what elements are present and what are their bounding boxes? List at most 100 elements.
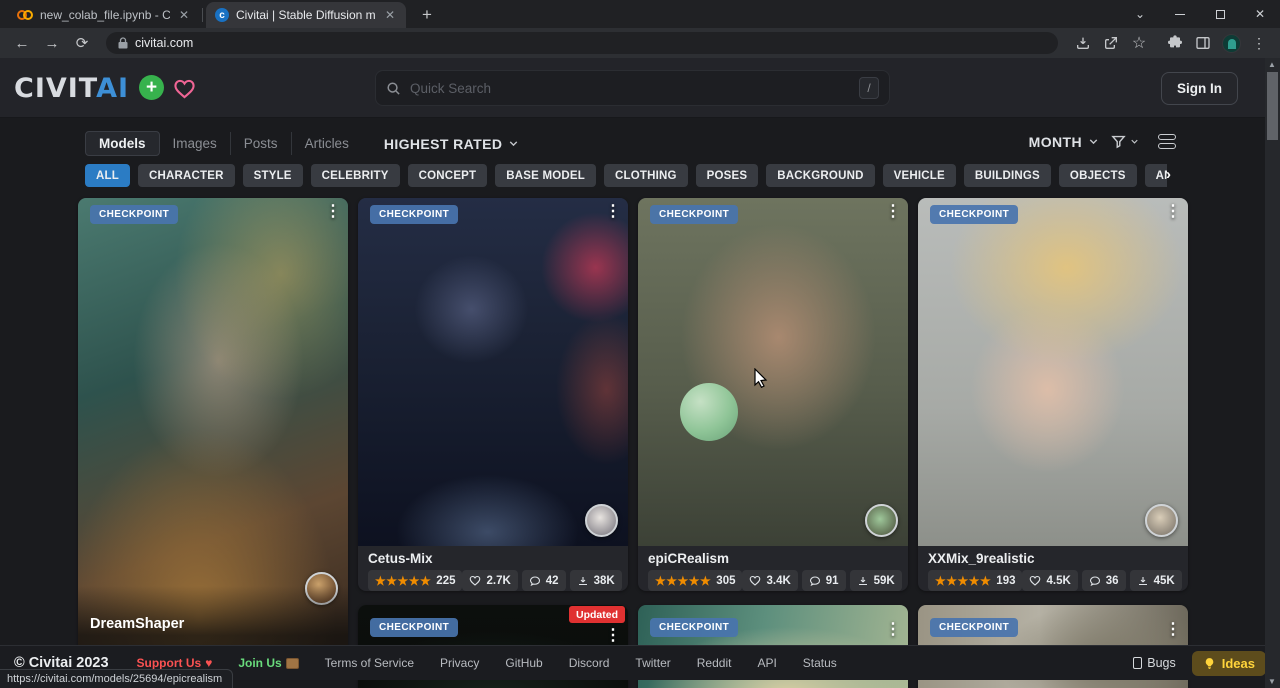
likes-pill[interactable]: 4.5K bbox=[1022, 570, 1077, 591]
colab-icon bbox=[17, 9, 33, 21]
downloads-pill[interactable]: 45K bbox=[1130, 570, 1182, 591]
model-card-dreamshaper[interactable]: CHECKPOINT ⋮ DreamShaper bbox=[78, 198, 348, 676]
category-chip[interactable]: CHARACTER bbox=[138, 164, 235, 187]
likes-pill[interactable]: 3.4K bbox=[742, 570, 797, 591]
sort-dropdown[interactable]: HIGHEST RATED bbox=[384, 136, 521, 152]
category-chip[interactable]: POSES bbox=[696, 164, 759, 187]
scrollbar-thumb[interactable] bbox=[1267, 72, 1278, 140]
favorites-heart-icon[interactable] bbox=[171, 75, 197, 101]
create-plus-button[interactable]: + bbox=[139, 75, 164, 100]
tab-close-icon[interactable]: ✕ bbox=[177, 8, 191, 22]
comments-pill[interactable]: 42 bbox=[522, 570, 566, 591]
comments-pill[interactable]: 91 bbox=[802, 570, 846, 591]
creator-avatar[interactable] bbox=[865, 504, 898, 537]
filter-funnel-dropdown[interactable] bbox=[1110, 133, 1140, 150]
checkpoint-badge: CHECKPOINT bbox=[930, 205, 1018, 224]
window-maximize-button[interactable] bbox=[1200, 0, 1240, 28]
chips-scroll-right-icon[interactable]: › bbox=[1166, 166, 1171, 183]
search-input[interactable]: Quick Search / bbox=[375, 70, 890, 106]
scrollbar-up-arrow[interactable]: ▲ bbox=[1268, 60, 1276, 69]
category-chip[interactable]: CELEBRITY bbox=[311, 164, 400, 187]
category-chip[interactable]: STYLE bbox=[243, 164, 303, 187]
sign-in-button[interactable]: Sign In bbox=[1161, 72, 1238, 105]
card-menu-kebab-icon[interactable]: ⋮ bbox=[605, 627, 621, 645]
footer-link[interactable]: Privacy bbox=[440, 656, 479, 670]
scrollbar-down-arrow[interactable]: ▼ bbox=[1268, 677, 1276, 686]
rating-pill[interactable]: ★★★★★ 305 bbox=[648, 570, 742, 591]
footer-link[interactable]: Twitter bbox=[635, 656, 670, 670]
model-card[interactable]: CHECKPOINT ⋮ XXMix_9realistic ★★★★★ 193 bbox=[918, 198, 1188, 591]
card-menu-kebab-icon[interactable]: ⋮ bbox=[885, 621, 901, 639]
category-chip[interactable]: BUILDINGS bbox=[964, 164, 1051, 187]
forward-button[interactable]: → bbox=[40, 31, 64, 55]
heart-icon: ♥ bbox=[205, 656, 212, 670]
category-chip[interactable]: OBJECTS bbox=[1059, 164, 1137, 187]
rating-pill[interactable]: ★★★★★ 193 bbox=[928, 570, 1022, 591]
category-chip[interactable]: BASE MODEL bbox=[495, 164, 596, 187]
category-chip[interactable]: ANIMAL bbox=[1145, 164, 1167, 187]
card-menu-kebab-icon[interactable]: ⋮ bbox=[1165, 203, 1181, 221]
card-menu-kebab-icon[interactable]: ⋮ bbox=[885, 203, 901, 221]
card-menu-kebab-icon[interactable]: ⋮ bbox=[1165, 621, 1181, 639]
extensions-puzzle-icon[interactable] bbox=[1164, 32, 1186, 54]
comments-pill[interactable]: 36 bbox=[1082, 570, 1126, 591]
card-size-toggle-icon[interactable] bbox=[1158, 134, 1176, 149]
downloads-pill[interactable]: 38K bbox=[570, 570, 622, 591]
tab-images[interactable]: Images bbox=[160, 132, 230, 155]
site-header: CIVITAI + Quick Search / Sign In bbox=[0, 58, 1280, 118]
card-stats: ★★★★★ 225 2.7K 42 bbox=[368, 570, 618, 591]
bookmark-star-icon[interactable]: ☆ bbox=[1128, 32, 1150, 54]
window-minimize-button[interactable] bbox=[1160, 0, 1200, 28]
footer-link[interactable]: Join Us bbox=[238, 656, 298, 670]
category-chip[interactable]: BACKGROUND bbox=[766, 164, 874, 187]
window-close-button[interactable]: ✕ bbox=[1240, 0, 1280, 28]
category-chip[interactable]: CLOTHING bbox=[604, 164, 688, 187]
model-preview-image bbox=[638, 198, 908, 546]
address-bar[interactable]: civitai.com bbox=[106, 32, 1058, 54]
creator-avatar[interactable] bbox=[1145, 504, 1178, 537]
profile-avatar[interactable] bbox=[1220, 32, 1242, 54]
footer-link[interactable]: Terms of Service bbox=[325, 656, 414, 670]
footer-link[interactable]: API bbox=[757, 656, 776, 670]
footer-link[interactable]: Support Us ♥ bbox=[137, 656, 213, 670]
download-icon[interactable] bbox=[1072, 32, 1094, 54]
side-panel-icon[interactable] bbox=[1192, 32, 1214, 54]
tab-models[interactable]: Models bbox=[85, 131, 160, 156]
model-card[interactable]: CHECKPOINT ⋮ Cetus-Mix ★★★★★ 225 bbox=[358, 198, 628, 591]
rating-pill[interactable]: ★★★★★ 225 bbox=[368, 570, 462, 591]
chevron-down-icon bbox=[507, 137, 520, 150]
page-scrollbar[interactable]: ▲ ▼ bbox=[1265, 58, 1280, 688]
tab-colab[interactable]: new_colab_file.ipynb - Colaborat ✕ bbox=[8, 2, 200, 28]
footer-link[interactable]: GitHub bbox=[505, 656, 542, 670]
footer-link-label: Join Us bbox=[238, 656, 281, 670]
bugs-button[interactable]: Bugs bbox=[1133, 656, 1176, 670]
model-card[interactable]: CHECKPOINT ⋮ epiCRealism ★★★★★ 305 bbox=[638, 198, 908, 591]
reload-button[interactable]: ⟳ bbox=[70, 31, 94, 55]
footer-link[interactable]: Reddit bbox=[697, 656, 732, 670]
card-menu-kebab-icon[interactable]: ⋮ bbox=[605, 203, 621, 221]
tab-close-icon[interactable]: ✕ bbox=[383, 8, 397, 22]
footer-link[interactable]: Discord bbox=[569, 656, 610, 670]
tab-posts[interactable]: Posts bbox=[230, 132, 291, 155]
category-chip[interactable]: ALL bbox=[85, 164, 130, 187]
creator-avatar[interactable] bbox=[585, 504, 618, 537]
ideas-button[interactable]: Ideas bbox=[1192, 651, 1266, 676]
tab-articles[interactable]: Articles bbox=[291, 132, 362, 155]
category-chips: ALL CHARACTER STYLE CELEBRITY CONCEPT BA… bbox=[85, 164, 1167, 188]
civitai-logo[interactable]: CIVITAI bbox=[14, 73, 129, 104]
category-chip[interactable]: CONCEPT bbox=[408, 164, 488, 187]
footer-link[interactable]: Status bbox=[803, 656, 837, 670]
new-tab-button[interactable]: + bbox=[416, 4, 438, 26]
back-button[interactable]: ← bbox=[10, 31, 34, 55]
checkpoint-badge: CHECKPOINT bbox=[650, 618, 738, 637]
card-menu-kebab-icon[interactable]: ⋮ bbox=[325, 203, 341, 221]
share-icon[interactable] bbox=[1100, 32, 1122, 54]
category-chip[interactable]: VEHICLE bbox=[883, 164, 956, 187]
period-dropdown[interactable]: MONTH bbox=[1029, 134, 1100, 150]
tab-search-chevron-icon[interactable]: ⌄ bbox=[1120, 0, 1160, 28]
downloads-pill[interactable]: 59K bbox=[850, 570, 902, 591]
download-icon bbox=[577, 575, 589, 587]
likes-pill[interactable]: 2.7K bbox=[462, 570, 517, 591]
browser-menu-kebab-icon[interactable]: ⋮ bbox=[1248, 32, 1270, 54]
tab-civitai[interactable]: c Civitai | Stable Diffusion models, ✕ bbox=[206, 2, 406, 28]
